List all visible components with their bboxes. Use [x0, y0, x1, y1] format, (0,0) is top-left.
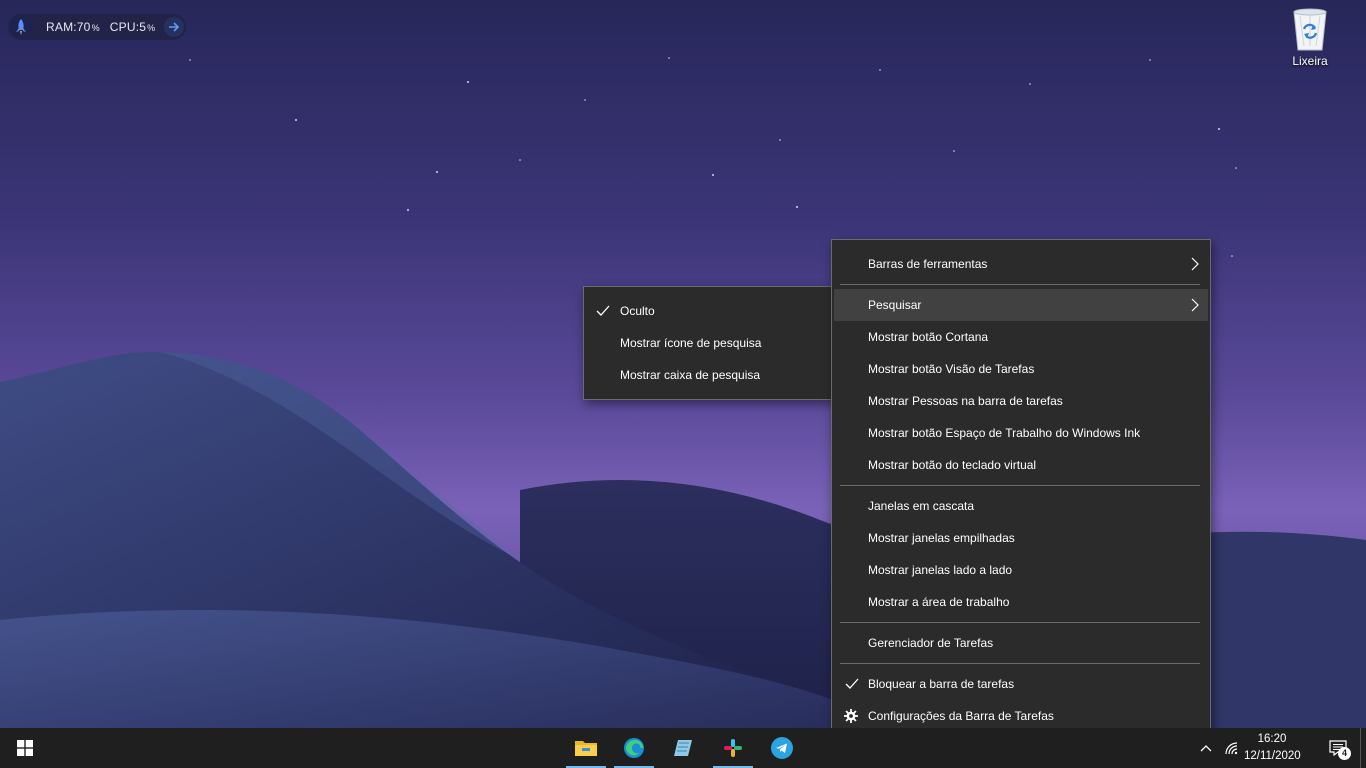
menu-item-show-people[interactable]: Mostrar Pessoas na barra de tarefas: [834, 385, 1208, 417]
taskbar-notepad[interactable]: [663, 728, 703, 768]
ram-unit: %: [91, 23, 100, 33]
menu-item-show-cortana[interactable]: Mostrar botão Cortana: [834, 321, 1208, 353]
taskbar-slack[interactable]: [713, 728, 753, 768]
menu-item-label: Janelas em cascata: [868, 499, 975, 513]
file-explorer-icon: [575, 741, 597, 756]
menu-separator: [840, 485, 1200, 486]
menu-item-label: Mostrar a área de trabalho: [868, 595, 1010, 609]
notification-count-badge: 4: [1338, 747, 1351, 760]
menu-separator: [840, 622, 1200, 623]
menu-item-stacked[interactable]: Mostrar janelas empilhadas: [834, 522, 1208, 554]
rocket-icon[interactable]: [10, 16, 32, 38]
notification-center-button[interactable]: 4: [1318, 728, 1358, 768]
menu-item-task-manager[interactable]: Gerenciador de Tarefas: [834, 627, 1208, 659]
menu-item-label: Bloquear a barra de tarefas: [868, 677, 1015, 691]
notepad-icon: [674, 740, 692, 756]
submenu-item-show-icon-label: Mostrar ícone de pesquisa: [620, 336, 762, 350]
taskbar-edge[interactable]: [614, 728, 654, 768]
submenu-item-hidden[interactable]: Oculto: [586, 295, 831, 327]
chevron-right-icon: [1191, 257, 1199, 271]
chevron-right-icon: [1191, 298, 1199, 312]
menu-separator: [840, 663, 1200, 664]
menu-item-toolbars[interactable]: Barras de ferramentas: [834, 248, 1208, 280]
clock-time: 16:20: [1257, 733, 1287, 745]
menu-item-show-keyboard[interactable]: Mostrar botão do teclado virtual: [834, 449, 1208, 481]
menu-separator: [840, 284, 1200, 285]
menu-item-label: Mostrar botão Visão de Tarefas: [868, 362, 1035, 376]
menu-item-show-desktop[interactable]: Mostrar a área de trabalho: [834, 586, 1208, 618]
menu-item-search[interactable]: Pesquisar: [834, 289, 1208, 321]
menu-item-show-task-view[interactable]: Mostrar botão Visão de Tarefas: [834, 353, 1208, 385]
cpu-unit: %: [147, 23, 156, 33]
ram-usage: RAM:70%: [46, 20, 100, 34]
taskbar[interactable]: 16:20 12/11/2020 4: [0, 728, 1366, 768]
menu-item-label: Mostrar janelas empilhadas: [868, 531, 1015, 545]
arrow-right-icon[interactable]: [164, 17, 184, 37]
submenu-item-hidden-label: Oculto: [620, 304, 655, 318]
menu-item-show-ink[interactable]: Mostrar botão Espaço de Trabalho do Wind…: [834, 417, 1208, 449]
edge-icon: [624, 738, 644, 758]
wifi-icon: [1225, 742, 1238, 755]
checkmark-icon: [596, 305, 610, 316]
menu-item-toolbars-label: Barras de ferramentas: [868, 257, 988, 271]
gear-icon: [844, 709, 858, 723]
menu-item-search-label: Pesquisar: [868, 298, 922, 312]
slack-icon: [724, 739, 742, 757]
submenu-item-show-box-label: Mostrar caixa de pesquisa: [620, 368, 761, 382]
menu-item-label: Gerenciador de Tarefas: [868, 636, 994, 650]
show-desktop-button[interactable]: [1360, 728, 1366, 768]
resource-monitor-widget[interactable]: RAM:70% CPU:5%: [8, 14, 186, 40]
telegram-icon: [771, 737, 793, 759]
taskbar-context-menu: Barras de ferramentas Pesquisar Mostrar …: [831, 239, 1211, 741]
taskbar-clock[interactable]: 16:20 12/11/2020: [1244, 731, 1301, 765]
submenu-item-show-box[interactable]: Mostrar caixa de pesquisa: [586, 359, 831, 391]
recycle-bin-shortcut[interactable]: Lixeira: [1280, 6, 1340, 76]
menu-item-label: Mostrar Pessoas na barra de tarefas: [868, 394, 1063, 408]
menu-item-label: Mostrar botão do teclado virtual: [868, 458, 1037, 472]
cpu-label: CPU:5: [109, 20, 147, 34]
taskbar-telegram[interactable]: [762, 728, 802, 768]
menu-item-label: Mostrar botão Cortana: [868, 330, 989, 344]
submenu-item-show-icon[interactable]: Mostrar ícone de pesquisa: [586, 327, 831, 359]
menu-item-lock-taskbar[interactable]: Bloquear a barra de tarefas: [834, 668, 1208, 700]
menu-item-cascade[interactable]: Janelas em cascata: [834, 490, 1208, 522]
menu-item-side-by-side[interactable]: Mostrar janelas lado a lado: [834, 554, 1208, 586]
chevron-up-icon: [1200, 745, 1212, 752]
menu-item-label: Mostrar botão Espaço de Trabalho do Wind…: [868, 426, 1141, 440]
menu-item-label: Configurações da Barra de Tarefas: [868, 709, 1054, 723]
windows-start-icon: [17, 740, 33, 756]
menu-item-label: Mostrar janelas lado a lado: [868, 563, 1013, 577]
start-button[interactable]: [4, 728, 46, 768]
recycle-bin-icon: [1293, 8, 1327, 51]
cpu-usage: CPU:5%: [110, 20, 156, 34]
ram-label: RAM:70: [46, 20, 91, 34]
taskbar-file-explorer[interactable]: [566, 728, 606, 768]
search-submenu: Oculto Mostrar ícone de pesquisa Mostrar…: [583, 286, 834, 400]
recycle-bin-label: Lixeira: [1292, 54, 1328, 68]
clock-date: 12/11/2020: [1244, 750, 1301, 762]
checkmark-icon: [845, 678, 859, 689]
